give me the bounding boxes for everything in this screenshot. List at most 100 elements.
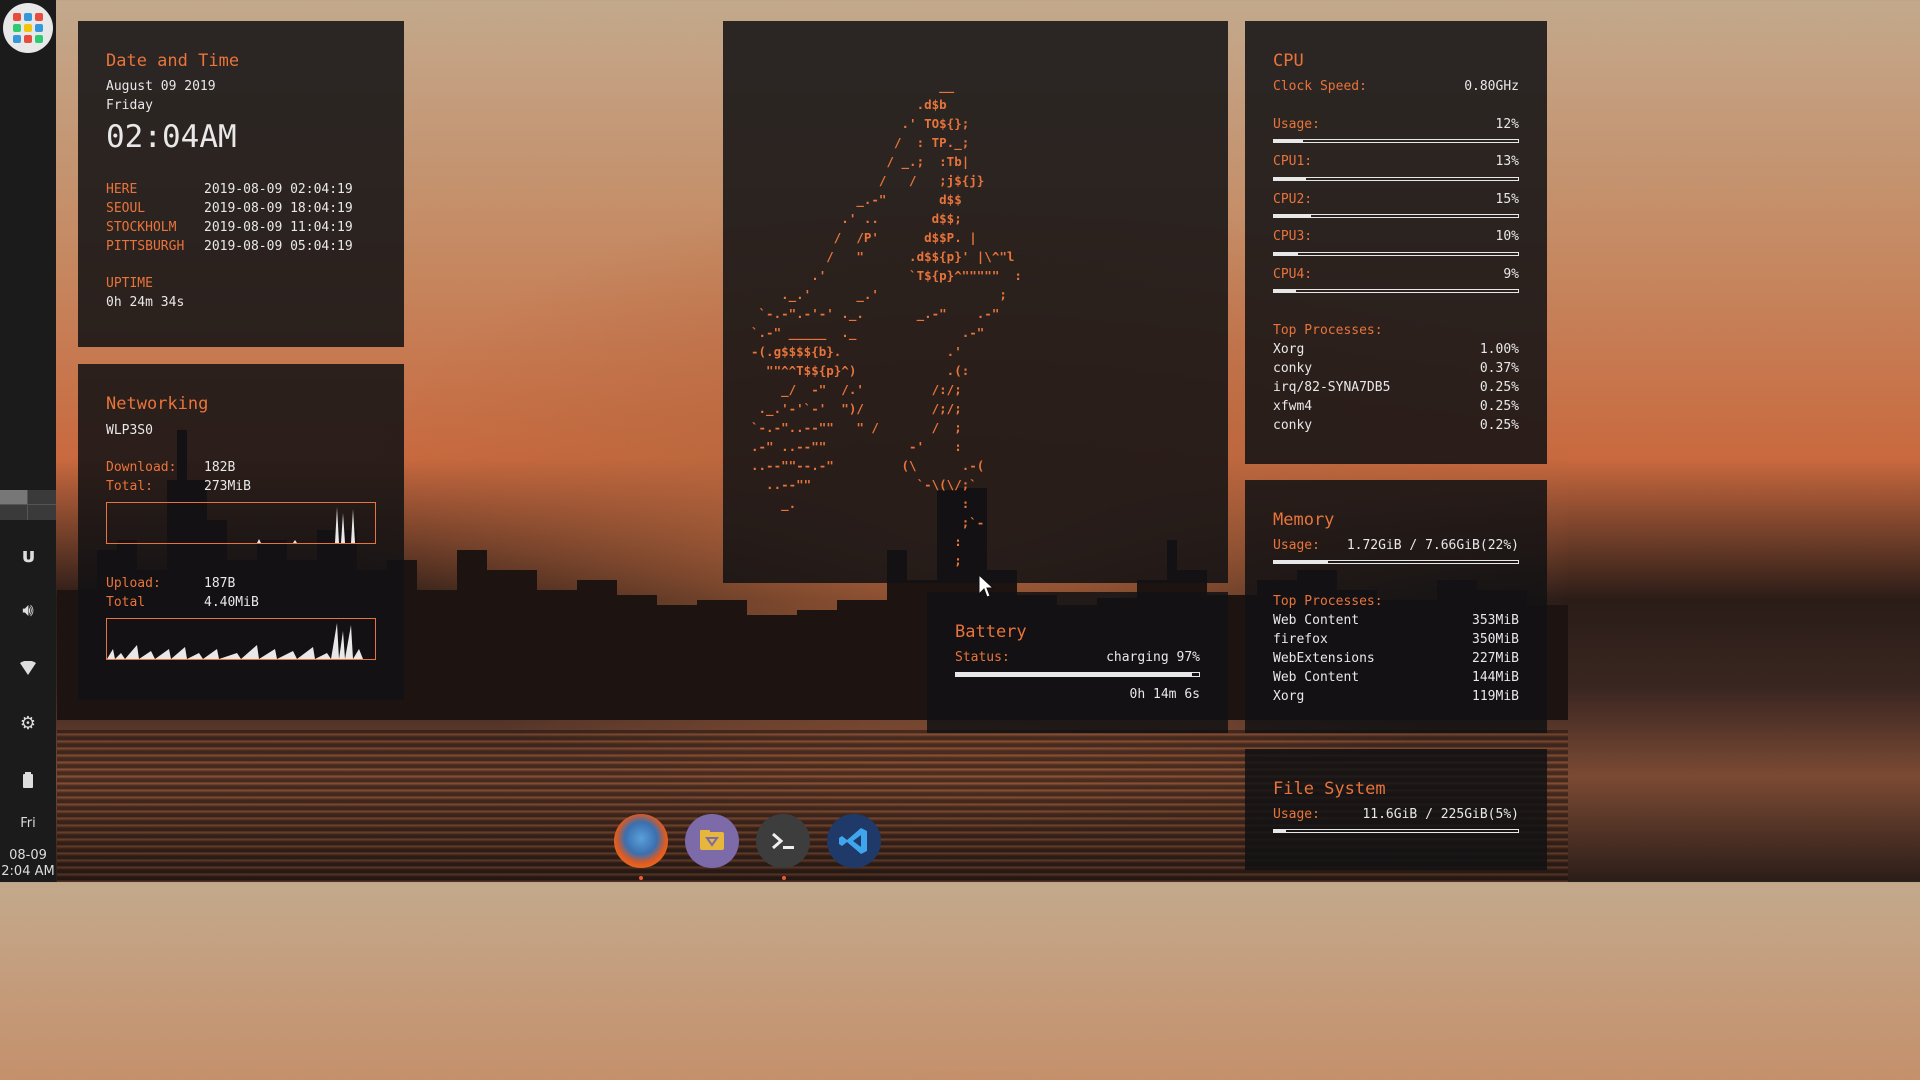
upload-label: Upload: [106,576,161,591]
cpu4-value: 9% [1503,267,1519,282]
clock-date: 08-09 [9,848,47,863]
running-indicator [782,876,786,880]
cpu3-value: 10% [1495,229,1519,244]
filesystem-panel: File System Usage: 11.6GiB / 225GiB(5%) [1245,749,1547,870]
clock-speed-label: Clock Speed: [1273,79,1367,94]
process-name: Xorg [1273,342,1305,357]
filesystem-bar [1273,829,1519,833]
process-value: 227MiB [1472,651,1519,666]
ascii-art: __ .d$b .' TO${}; / : TP._; / _.; :Tb| /… [751,78,1022,568]
upload-total-value: 4.40MiB [204,595,259,610]
memory-panel: Memory Usage: 1.72GiB / 7.66GiB(22%) Top… [1245,480,1547,733]
cpu1-label: CPU1: [1273,154,1313,169]
workspace-active[interactable] [0,490,27,504]
mouse-cursor-icon [978,574,994,598]
file-manager-icon[interactable] [685,814,739,868]
ulauncher-icon[interactable]: ᴜ [14,541,42,569]
date-text: August 09 2019 [106,79,216,94]
cpu3-bar [1273,252,1519,256]
clock-day[interactable]: Fri [0,816,56,831]
process-value: 0.25% [1479,418,1519,433]
battery-status-value: charging 97% [1106,650,1200,665]
memory-title: Memory [1273,510,1335,530]
networking-panel: Networking WLP3S0 Download: 182B Total: … [78,364,404,700]
filesystem-usage-label: Usage: [1273,807,1320,822]
zone-time: 2019-08-09 05:04:19 [204,239,353,254]
process-value: 350MiB [1472,632,1519,647]
process-name: xfwm4 [1273,399,1313,414]
battery-status-label: Status: [955,650,1010,665]
clock-speed-value: 0.80GHz [1464,79,1519,94]
download-graph [106,502,376,544]
process-value: 353MiB [1472,613,1519,628]
memory-usage-label: Usage: [1273,538,1320,553]
zone-name: PITTSBURGH [106,239,185,254]
uptime-label: UPTIME [106,276,153,291]
left-taskbar: ᴜ 🔊︎ ⚙ Fri 08-09 2:04 AM [0,0,56,882]
process-value: 144MiB [1472,670,1519,685]
cpu2-label: CPU2: [1273,192,1313,207]
process-name: Web Content [1273,613,1360,628]
process-name: conky [1273,361,1313,376]
battery-remaining: 0h 14m 6s [1129,687,1200,702]
zone-name: STOCKHOLM [106,220,177,235]
zone-name: HERE [106,182,138,197]
zone-time: 2019-08-09 18:04:19 [204,201,353,216]
process-value: 0.25% [1479,380,1519,395]
battery-icon[interactable] [14,766,42,794]
vscode-icon[interactable] [827,814,881,868]
process-value: 119MiB [1472,689,1519,704]
terminal-icon[interactable] [756,814,810,868]
clock-time: 2:04 AM [1,864,55,879]
interface-name: WLP3S0 [106,423,153,438]
cpu1-bar [1273,177,1519,181]
ascii-art-panel: __ .d$b .' TO${}; / : TP._; / _.; :Tb| /… [723,21,1228,583]
app-menu-button[interactable] [3,3,53,53]
wifi-icon[interactable] [14,654,42,682]
process-name: conky [1273,418,1313,433]
memory-usage-value: 1.72GiB / 7.66GiB(22%) [1346,538,1519,553]
time-big: 02:04AM [106,119,237,155]
process-name: Xorg [1273,689,1305,704]
cpu-usage-label: Usage: [1273,117,1320,132]
download-total-value: 273MiB [204,479,251,494]
memory-bar [1273,560,1519,564]
download-value: 182B [204,460,236,475]
memory-top-processes-label: Top Processes: [1273,594,1383,609]
cpu3-label: CPU3: [1273,229,1313,244]
upload-value: 187B [204,576,236,591]
cpu1-value: 13% [1495,154,1519,169]
filesystem-title: File System [1273,779,1386,799]
cpu-usage-bar [1273,139,1519,143]
datetime-title: Date and Time [106,51,240,71]
download-total-label: Total: [106,479,153,494]
filesystem-usage-value: 11.6GiB / 225GiB(5%) [1362,807,1519,822]
process-value: 1.00% [1479,342,1519,357]
clock-datetime[interactable]: 08-09 2:04 AM [0,848,56,880]
cpu4-label: CPU4: [1273,267,1313,282]
process-name: Web Content [1273,670,1360,685]
cpu-panel: CPU Clock Speed: 0.80GHz Usage: 12% CPU1… [1245,21,1547,464]
cpu-usage-value: 12% [1495,117,1519,132]
process-value: 0.37% [1479,361,1519,376]
running-indicator [639,876,643,880]
zone-time: 2019-08-09 11:04:19 [204,220,353,235]
process-value: 0.25% [1479,399,1519,414]
process-name: WebExtensions [1273,651,1375,666]
battery-title: Battery [955,622,1027,642]
upload-graph [106,618,376,660]
zone-time: 2019-08-09 02:04:19 [204,182,353,197]
cpu-title: CPU [1273,51,1304,71]
process-name: irq/82-SYNA7DB5 [1273,380,1391,395]
volume-icon[interactable]: 🔊︎ [14,597,42,625]
weekday-text: Friday [106,98,153,113]
upload-total-label: Total [106,595,146,610]
zone-name: SEOUL [106,201,146,216]
cpu-top-processes-label: Top Processes: [1273,323,1383,338]
cpu2-value: 15% [1495,192,1519,207]
settings-icon[interactable]: ⚙ [14,710,42,738]
cpu2-bar [1273,214,1519,218]
download-label: Download: [106,460,177,475]
firefox-icon[interactable] [614,814,668,868]
process-name: firefox [1273,632,1328,647]
